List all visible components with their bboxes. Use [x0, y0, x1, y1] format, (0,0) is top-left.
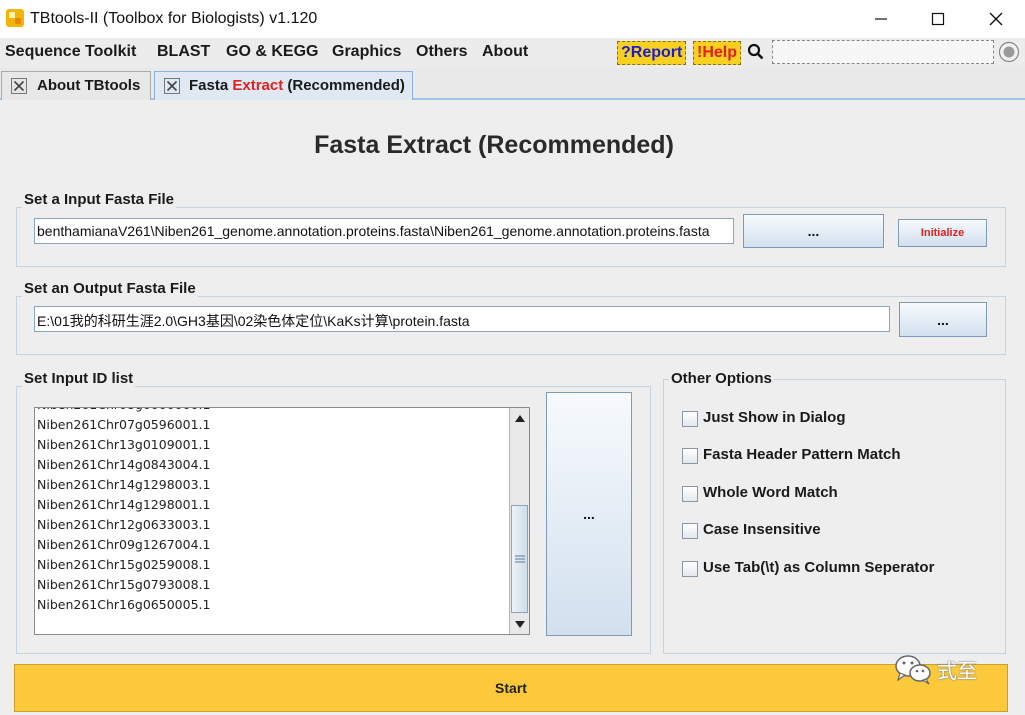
- list-item: Niben261Chr13g0109001.1: [37, 437, 211, 452]
- tab-close-icon[interactable]: [11, 78, 27, 94]
- menu-sequence-toolkit[interactable]: Sequence Toolkit: [5, 43, 136, 61]
- help-button[interactable]: !Help: [693, 41, 741, 65]
- list-item: Niben261Chr09g1267004.1: [37, 537, 211, 552]
- menu-blast[interactable]: BLAST: [157, 43, 210, 61]
- search-input[interactable]: [772, 40, 994, 64]
- checkbox[interactable]: [682, 486, 698, 502]
- list-item: Niben261Chr14g1298001.1: [37, 497, 211, 512]
- list-item: Niben261Chr15g0793008.1: [37, 577, 211, 592]
- initialize-button[interactable]: Initialize: [898, 219, 987, 247]
- tab-fasta-extract[interactable]: Fasta Extract (Recommended): [154, 71, 413, 100]
- maximize-icon: [931, 12, 945, 26]
- menu-go-kegg[interactable]: GO & KEGG: [226, 43, 318, 61]
- output-fasta-path-field[interactable]: E:\01我的科研生涯2.0\GH3基因\02染色体定位\KaKs计算\prot…: [34, 306, 890, 332]
- arrow-up-icon: [514, 414, 525, 422]
- other-options-group-title: Other Options: [669, 370, 774, 387]
- list-item: Niben261Chr08g0000000.1: [37, 408, 210, 412]
- option-label: Just Show in Dialog: [703, 409, 846, 426]
- window-title: TBtools-II (Toolbox for Biologists) v1.1…: [30, 10, 318, 27]
- grip-icon: [514, 555, 525, 563]
- minimize-button[interactable]: [852, 0, 910, 38]
- scroll-down-button[interactable]: [510, 614, 529, 634]
- close-icon: [989, 12, 1003, 26]
- maximize-button[interactable]: [909, 0, 967, 38]
- option-label: Whole Word Match: [703, 484, 838, 501]
- list-item: Niben261Chr14g0843004.1: [37, 457, 211, 472]
- checkbox[interactable]: [682, 448, 698, 464]
- tbtools-logo-icon: [6, 9, 24, 27]
- scroll-thumb[interactable]: [511, 505, 528, 613]
- output-fasta-group-title: Set an Output Fasta File: [22, 280, 198, 297]
- title-bar: TBtools-II (Toolbox for Biologists) v1.1…: [0, 0, 1025, 38]
- id-list-group-title: Set Input ID list: [22, 370, 136, 387]
- minimize-icon: [875, 18, 887, 20]
- close-button[interactable]: [967, 0, 1025, 38]
- list-item: Niben261Chr15g0259008.1: [37, 557, 211, 572]
- wechat-logo-icon: [895, 655, 931, 685]
- report-button[interactable]: ?Report: [617, 41, 687, 65]
- tab-about-tbtools[interactable]: About TBtools: [1, 71, 151, 100]
- tab-label: Fasta Extract (Recommended): [189, 77, 405, 94]
- page-title: Fasta Extract (Recommended): [314, 131, 674, 159]
- arrow-down-icon: [514, 620, 525, 628]
- tab-label: About TBtools: [37, 77, 141, 94]
- id-list-textarea[interactable]: Niben261Chr08g0000000.1 Niben261Chr07g05…: [34, 407, 530, 635]
- input-fasta-browse-button[interactable]: ...: [743, 214, 884, 248]
- list-item: Niben261Chr14g1298003.1: [37, 477, 211, 492]
- input-fasta-path-field[interactable]: benthamianaV261\Niben261_genome.annotati…: [34, 218, 734, 244]
- tab-close-icon[interactable]: [164, 78, 180, 94]
- list-item: Niben261Chr12g0633003.1: [37, 517, 211, 532]
- input-fasta-group-title: Set a Input Fasta File: [22, 191, 177, 208]
- menu-about[interactable]: About: [482, 43, 528, 61]
- settings-radio-icon[interactable]: [998, 41, 1020, 63]
- checkbox[interactable]: [682, 523, 698, 539]
- menu-graphics[interactable]: Graphics: [332, 43, 401, 61]
- watermark-text: 式至: [937, 659, 977, 683]
- option-label: Use Tab(\t) as Column Seperator: [703, 559, 935, 576]
- checkbox[interactable]: [682, 561, 698, 577]
- list-item: Niben261Chr16g0650005.1: [37, 597, 211, 612]
- option-label: Case Insensitive: [703, 521, 821, 538]
- menu-others[interactable]: Others: [416, 43, 468, 61]
- option-label: Fasta Header Pattern Match: [703, 446, 901, 463]
- checkbox[interactable]: [682, 411, 698, 427]
- list-item: Niben261Chr07g0596001.1: [37, 417, 211, 432]
- id-list-browse-button[interactable]: ...: [546, 392, 632, 636]
- wechat-watermark: 式至: [893, 652, 998, 686]
- search-icon[interactable]: [747, 43, 765, 61]
- scroll-up-button[interactable]: [510, 408, 529, 428]
- start-button[interactable]: Start: [14, 664, 1008, 712]
- id-list-scrollbar[interactable]: [509, 408, 529, 634]
- app-window: TBtools-II (Toolbox for Biologists) v1.1…: [0, 0, 1025, 715]
- output-fasta-browse-button[interactable]: ...: [899, 302, 987, 337]
